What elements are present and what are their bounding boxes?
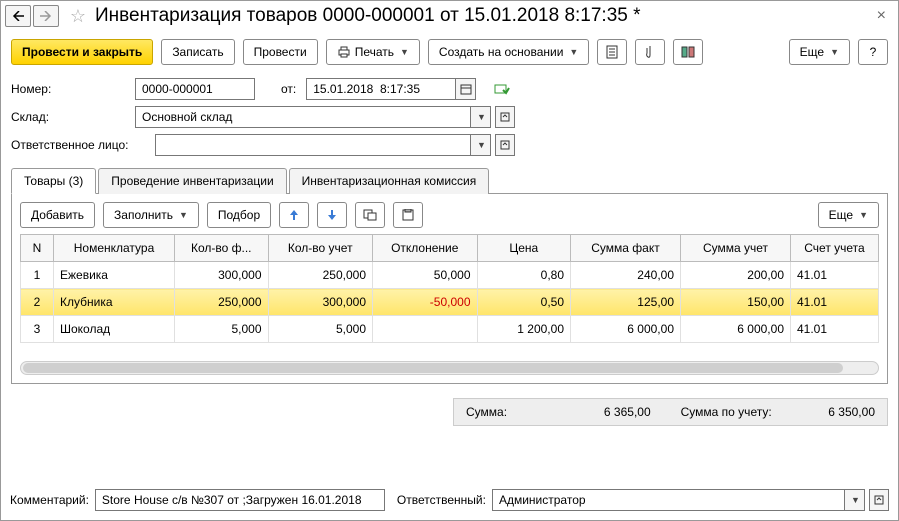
copy-button[interactable] [355,202,385,228]
col-n[interactable]: N [21,235,54,262]
tab-commission[interactable]: Инвентаризационная комиссия [289,168,490,194]
forward-button[interactable] [33,5,59,27]
create-based-label: Создать на основании [439,45,564,59]
back-button[interactable] [5,5,31,27]
create-based-button[interactable]: Создать на основании ▼ [428,39,589,65]
col-dev[interactable]: Отклонение [373,235,478,262]
grid-more-label: Еще [829,208,853,222]
responsible-input[interactable] [155,134,471,156]
footer-resp-dropdown[interactable]: ▼ [845,489,865,511]
warehouse-open[interactable] [495,106,515,128]
fill-button[interactable]: Заполнить ▼ [103,202,199,228]
more-label: Еще [800,45,824,59]
comment-label: Комментарий: [10,493,89,507]
goods-table: N Номенклатура Кол-во ф... Кол-во учет О… [20,234,879,343]
comment-input[interactable] [95,489,385,511]
footer-resp-label: Ответственный: [397,493,486,507]
warehouse-dropdown[interactable]: ▼ [471,106,491,128]
post-button[interactable]: Провести [243,39,318,65]
responsible-dropdown[interactable]: ▼ [471,134,491,156]
table-row[interactable]: 3Шоколад5,0005,0001 200,006 000,006 000,… [21,316,879,343]
tab-goods[interactable]: Товары (3) [11,168,96,194]
responsible-open[interactable] [495,134,515,156]
select-button[interactable]: Подбор [207,202,271,228]
horizontal-scrollbar[interactable] [20,361,879,375]
col-qty-acc[interactable]: Кол-во учет [268,235,373,262]
date-input[interactable] [306,78,456,100]
move-down-button[interactable] [317,202,347,228]
status-icon [494,82,510,96]
responsible-label: Ответственное лицо: [11,138,149,152]
printer-icon [337,46,351,58]
sum-label: Сумма: [466,405,507,419]
table-row[interactable]: 2Клубника250,000300,000-50,0000,50125,00… [21,289,879,316]
paste-button[interactable] [393,202,423,228]
fill-label: Заполнить [114,208,173,222]
post-and-close-button[interactable]: Провести и закрыть [11,39,153,65]
help-button[interactable]: ? [858,39,888,65]
footer-resp-open[interactable] [869,489,889,511]
calendar-button[interactable] [456,78,476,100]
chevron-down-icon: ▼ [830,47,839,57]
col-price[interactable]: Цена [477,235,571,262]
warehouse-input[interactable] [135,106,471,128]
col-sum-acc[interactable]: Сумма учет [681,235,791,262]
number-label: Номер: [11,82,129,96]
col-acc[interactable]: Счет учета [791,235,879,262]
chevron-down-icon: ▼ [569,47,578,57]
chevron-down-icon: ▼ [400,47,409,57]
totals-bar: Сумма: 6 365,00 Сумма по учету: 6 350,00 [453,398,888,426]
print-button[interactable]: Печать ▼ [326,39,420,65]
grid-more-button[interactable]: Еще ▼ [818,202,879,228]
add-row-button[interactable]: Добавить [20,202,95,228]
save-button[interactable]: Записать [161,39,234,65]
col-sum-fact[interactable]: Сумма факт [571,235,681,262]
scrollbar-thumb[interactable] [23,363,843,373]
tab-conduct[interactable]: Проведение инвентаризации [98,168,286,194]
table-row[interactable]: 1Ежевика300,000250,00050,0000,80240,0020… [21,262,879,289]
col-nom[interactable]: Номенклатура [54,235,175,262]
sum-acc-value: 6 350,00 [828,405,875,419]
sum-acc-label: Сумма по учету: [681,405,772,419]
warehouse-label: Склад: [11,110,129,124]
sum-value: 6 365,00 [604,405,651,419]
more-button[interactable]: Еще ▼ [789,39,850,65]
report-button[interactable] [597,39,627,65]
col-qty-fact[interactable]: Кол-во ф... [175,235,269,262]
footer-resp-input[interactable] [492,489,845,511]
chevron-down-icon: ▼ [179,210,188,220]
move-up-button[interactable] [279,202,309,228]
date-label: от: [281,82,296,96]
favorite-icon[interactable]: ☆ [67,5,89,27]
chevron-down-icon: ▼ [859,210,868,220]
register-button[interactable] [673,39,703,65]
number-input[interactable] [135,78,255,100]
close-button[interactable]: × [873,7,890,25]
window-title: Инвентаризация товаров 0000-000001 от 15… [95,5,873,27]
print-label: Печать [355,45,394,59]
attach-button[interactable] [635,39,665,65]
